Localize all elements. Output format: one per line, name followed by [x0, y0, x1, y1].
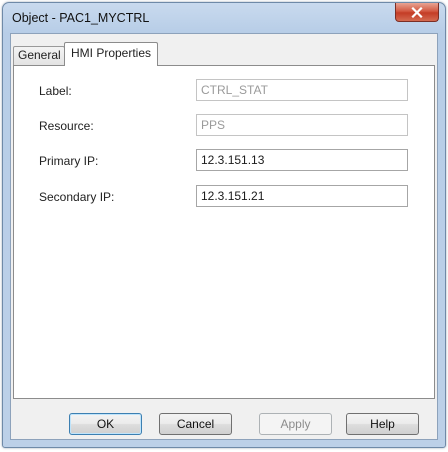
dialog-window: Object - PAC1_MYCTRL General HMI Propert…: [2, 2, 446, 448]
label-row: Label:: [14, 79, 434, 103]
title-bar[interactable]: Object - PAC1_MYCTRL: [3, 3, 445, 33]
resource-row: Resource:: [14, 114, 434, 138]
close-icon: [411, 6, 423, 18]
tab-general[interactable]: General: [13, 46, 65, 65]
secondary-ip-caption: Secondary IP:: [39, 190, 115, 204]
primary-ip-caption: Primary IP:: [39, 154, 99, 168]
label-field[interactable]: [196, 79, 408, 101]
ok-button[interactable]: OK: [69, 413, 142, 435]
primary-ip-field[interactable]: [196, 149, 408, 171]
resource-field[interactable]: [196, 114, 408, 136]
label-caption: Label:: [39, 84, 72, 98]
hmi-properties-panel: Label: Resource: Primary IP: Secondary I…: [13, 65, 435, 399]
primary-ip-row: Primary IP:: [14, 149, 434, 173]
close-button[interactable]: [395, 3, 439, 22]
secondary-ip-row: Secondary IP:: [14, 185, 434, 209]
secondary-ip-field[interactable]: [196, 185, 408, 207]
resource-caption: Resource:: [39, 119, 94, 133]
cancel-button[interactable]: Cancel: [159, 413, 232, 435]
dialog-client-area: General HMI Properties Label: Resource: …: [10, 33, 438, 440]
help-button[interactable]: Help: [346, 413, 419, 435]
apply-button[interactable]: Apply: [259, 413, 332, 435]
window-title: Object - PAC1_MYCTRL: [12, 11, 150, 25]
tab-hmi-properties[interactable]: HMI Properties: [64, 42, 158, 66]
